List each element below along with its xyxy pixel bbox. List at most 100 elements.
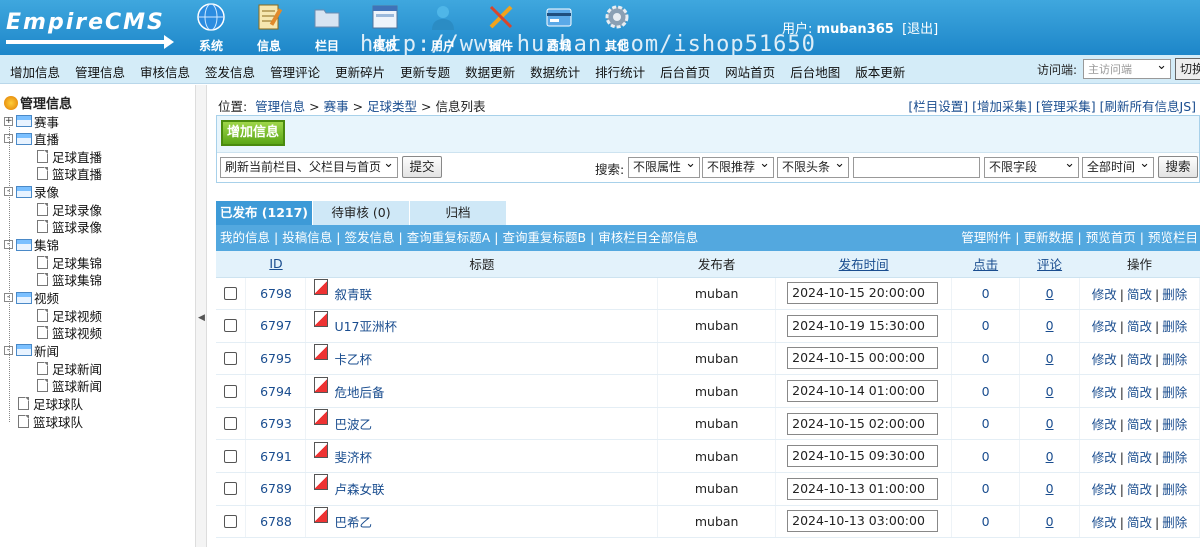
info-link[interactable]: 投稿信息 — [282, 230, 332, 245]
search-input[interactable] — [853, 157, 980, 178]
title-link[interactable]: 巴希乙 — [334, 515, 372, 530]
comments-link[interactable]: 0 — [1046, 286, 1054, 301]
search-button[interactable]: 搜索 — [1158, 156, 1198, 178]
status-tab[interactable]: 归档 — [410, 201, 506, 225]
header-comments[interactable]: 评论 — [1019, 251, 1080, 278]
info-link[interactable]: 我的信息 — [220, 230, 270, 245]
submit-button[interactable]: 提交 — [402, 156, 442, 178]
quick-link[interactable]: 排行统计 — [595, 62, 645, 81]
title-link[interactable]: 叙青联 — [334, 287, 372, 302]
quick-link[interactable]: 数据统计 — [530, 62, 580, 81]
sort-clicks-link[interactable]: 点击 — [973, 257, 998, 272]
sidebar-splitter[interactable]: ◀ — [195, 85, 207, 547]
row-checkbox[interactable] — [224, 482, 237, 496]
delete-link[interactable]: 删除 — [1162, 417, 1187, 432]
edit-doc-icon[interactable] — [314, 441, 329, 458]
publish-time-input[interactable]: 2024-10-15 09:30:00 — [787, 445, 939, 468]
info-link[interactable]: 查询重复标题B — [502, 230, 586, 245]
header-id[interactable]: ID — [245, 251, 306, 278]
quick-edit-link[interactable]: 简改 — [1127, 482, 1152, 497]
nav-item-7[interactable]: 其他 — [588, 0, 646, 55]
comments-link[interactable]: 0 — [1046, 351, 1054, 366]
nav-item-0[interactable]: 系统 — [182, 0, 240, 55]
delete-link[interactable]: 删除 — [1162, 385, 1187, 400]
id-cell[interactable]: 6788 — [245, 505, 307, 539]
edit-link[interactable]: 修改 — [1092, 515, 1117, 530]
edit-doc-icon[interactable] — [314, 376, 329, 393]
tree-node[interactable]: - 录像 — [4, 183, 59, 201]
row-checkbox[interactable] — [224, 514, 237, 528]
edit-doc-icon[interactable] — [314, 278, 329, 295]
tree-node[interactable]: + 赛事 — [4, 112, 59, 130]
nav-item-1[interactable]: 信息 — [240, 0, 298, 55]
info-link[interactable]: 签发信息 — [344, 230, 394, 245]
delete-link[interactable]: 删除 — [1162, 319, 1187, 334]
id-cell[interactable]: 6791 — [245, 439, 307, 474]
quick-link[interactable]: 更新碎片 — [335, 62, 385, 81]
edit-link[interactable]: 修改 — [1092, 417, 1117, 432]
tree-node[interactable]: 篮球集锦 — [37, 271, 102, 289]
tree-node[interactable]: 篮球球队 — [18, 412, 83, 430]
edit-doc-icon[interactable] — [314, 343, 329, 360]
tree-node[interactable]: 足球新闻 — [37, 359, 102, 377]
quick-edit-link[interactable]: 简改 — [1127, 352, 1152, 367]
tree-node[interactable]: 足球直播 — [37, 147, 102, 165]
comments-link[interactable]: 0 — [1046, 481, 1054, 496]
publish-time-input[interactable]: 2024-10-15 00:00:00 — [787, 347, 939, 370]
title-link[interactable]: 卡乙杯 — [334, 352, 372, 367]
quick-edit-link[interactable]: 简改 — [1127, 385, 1152, 400]
tree-node[interactable]: 篮球直播 — [37, 165, 102, 183]
title-link[interactable]: 巴波乙 — [334, 417, 372, 432]
quick-link[interactable]: 版本更新 — [855, 62, 905, 81]
row-checkbox[interactable] — [224, 417, 237, 431]
header-time[interactable]: 发布时间 — [775, 251, 952, 278]
info-link[interactable]: 预览首页 — [1086, 230, 1136, 245]
header-clicks[interactable]: 点击 — [951, 251, 1020, 278]
publish-time-input[interactable]: 2024-10-13 03:00:00 — [787, 510, 939, 533]
quick-link[interactable]: 审核信息 — [140, 62, 190, 81]
quick-link[interactable]: 后台地图 — [790, 62, 840, 81]
quick-link[interactable]: 网站首页 — [725, 62, 775, 81]
publish-time-input[interactable]: 2024-10-13 01:00:00 — [787, 477, 939, 500]
tree-node[interactable]: - 视频 — [4, 289, 59, 307]
field-select[interactable]: 不限字段 — [984, 157, 1079, 178]
delete-link[interactable]: 删除 — [1162, 515, 1187, 530]
edit-link[interactable]: 修改 — [1092, 482, 1117, 497]
id-cell[interactable]: 6798 — [245, 277, 307, 311]
quick-link[interactable]: 增加信息 — [10, 62, 60, 81]
info-link[interactable]: 查询重复标题A — [407, 230, 491, 245]
tree-node[interactable]: 足球球队 — [18, 394, 83, 412]
quick-edit-link[interactable]: 简改 — [1127, 450, 1152, 465]
quick-link[interactable]: 管理信息 — [75, 62, 125, 81]
publish-time-input[interactable]: 2024-10-14 01:00:00 — [787, 380, 939, 403]
add-info-button[interactable]: 增加信息 — [221, 120, 285, 146]
tree-node[interactable]: 足球视频 — [37, 306, 102, 324]
edit-link[interactable]: 修改 — [1092, 385, 1117, 400]
time-select[interactable]: 全部时间 — [1082, 157, 1154, 178]
edit-doc-icon[interactable] — [314, 506, 329, 523]
row-checkbox[interactable] — [224, 351, 237, 365]
edit-doc-icon[interactable] — [314, 409, 329, 426]
quick-link[interactable]: 签发信息 — [205, 62, 255, 81]
tree-node[interactable]: - 新闻 — [4, 341, 59, 359]
edit-doc-icon[interactable] — [314, 474, 329, 491]
title-link[interactable]: 卢森女联 — [334, 482, 384, 497]
delete-link[interactable]: 删除 — [1162, 352, 1187, 367]
tree-title[interactable]: 管理信息 — [4, 93, 72, 112]
row-checkbox[interactable] — [224, 449, 237, 463]
tree-node[interactable]: 篮球视频 — [37, 324, 102, 342]
row-checkbox[interactable] — [224, 286, 237, 300]
column-link[interactable]: [增加采集] — [972, 99, 1032, 114]
publish-time-input[interactable]: 2024-10-15 02:00:00 — [787, 412, 939, 435]
edit-link[interactable]: 修改 — [1092, 287, 1117, 302]
tree-node[interactable]: 篮球新闻 — [37, 377, 102, 395]
quick-link[interactable]: 数据更新 — [465, 62, 515, 81]
headline-select[interactable]: 不限头条 — [777, 157, 849, 178]
comments-link[interactable]: 0 — [1046, 384, 1054, 399]
info-link[interactable]: 预览栏目 — [1148, 230, 1198, 245]
sort-id-link[interactable]: ID — [269, 256, 282, 271]
nav-item-2[interactable]: 栏目 — [298, 0, 356, 55]
breadcrumb-link[interactable]: 足球类型 — [367, 99, 417, 114]
title-link[interactable]: 斐济杯 — [334, 450, 372, 465]
column-link[interactable]: [栏目设置] — [908, 99, 968, 114]
